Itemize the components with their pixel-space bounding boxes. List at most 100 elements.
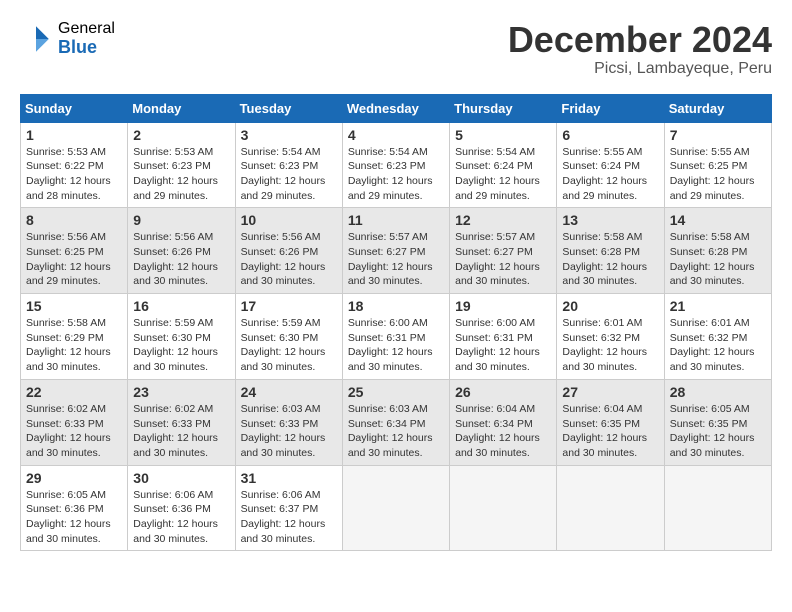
logo: General Blue	[20, 20, 115, 57]
calendar-cell: 23Sunrise: 6:02 AMSunset: 6:33 PMDayligh…	[128, 379, 235, 465]
calendar-cell: 19 Sunrise: 6:00 AMSunset: 6:31 PMDayligh…	[450, 294, 557, 380]
calendar-cell: 27 Sunrise: 6:04 AMSunset: 6:35 PMDayligh…	[557, 379, 664, 465]
day-number: 1	[26, 127, 122, 143]
day-number: 9	[133, 212, 229, 228]
calendar-week-row: 22 Sunrise: 6:02 AMSunset: 6:33 PMDayligh…	[21, 379, 772, 465]
day-info: Sunrise: 6:06 AMSunset: 6:36 PMDaylight:…	[133, 488, 229, 547]
day-number: 19	[455, 298, 551, 314]
day-info: Sunrise: 6:00 AMSunset: 6:31 PMDaylight:…	[348, 316, 444, 375]
day-number: 18	[348, 298, 444, 314]
day-number: 27	[562, 384, 658, 400]
day-number: 13	[562, 212, 658, 228]
day-number: 24	[241, 384, 337, 400]
day-number: 31	[241, 470, 337, 486]
day-info: Sunrise: 5:56 AMSunset: 6:25 PMDaylight:…	[26, 230, 122, 289]
day-info: Sunrise: 5:56 AMSunset: 6:26 PMDaylight:…	[241, 230, 337, 289]
logo-icon	[20, 23, 52, 55]
calendar-cell: 6Sunrise: 5:55 AMSunset: 6:24 PMDaylight…	[557, 122, 664, 208]
calendar-cell: 26 Sunrise: 6:04 AMSunset: 6:34 PMDayligh…	[450, 379, 557, 465]
header-tuesday: Tuesday	[235, 94, 342, 122]
calendar-cell: 4Sunrise: 5:54 AMSunset: 6:23 PMDaylight…	[342, 122, 449, 208]
calendar-cell: 16 Sunrise: 5:59 AMSunset: 6:30 PMDayligh…	[128, 294, 235, 380]
calendar-cell: 22 Sunrise: 6:02 AMSunset: 6:33 PMDayligh…	[21, 379, 128, 465]
day-info: Sunrise: 5:54 AMSunset: 6:23 PMDaylight:…	[348, 145, 444, 204]
logo-text: General Blue	[58, 20, 115, 57]
day-number: 17	[241, 298, 337, 314]
logo-general: General	[58, 20, 115, 38]
day-number: 3	[241, 127, 337, 143]
calendar-week-row: 8Sunrise: 5:56 AMSunset: 6:25 PMDaylight…	[21, 208, 772, 294]
header-saturday: Saturday	[664, 94, 771, 122]
page-header: General Blue December 2024 Picsi, Lambay…	[20, 20, 772, 78]
day-info: Sunrise: 5:59 AMSunset: 6:30 PMDaylight:…	[133, 316, 229, 375]
calendar-cell: 25 Sunrise: 6:03 AMSunset: 6:34 PMDayligh…	[342, 379, 449, 465]
day-number: 26	[455, 384, 551, 400]
calendar-cell: 11 Sunrise: 5:57 AMSunset: 6:27 PMDayligh…	[342, 208, 449, 294]
header-monday: Monday	[128, 94, 235, 122]
day-info: Sunrise: 6:05 AMSunset: 6:36 PMDaylight:…	[26, 488, 122, 547]
day-info: Sunrise: 6:00 AMSunset: 6:31 PMDaylight:…	[455, 316, 551, 375]
calendar-cell	[557, 465, 664, 551]
day-number: 11	[348, 212, 444, 228]
calendar-cell: 30 Sunrise: 6:06 AMSunset: 6:36 PMDayligh…	[128, 465, 235, 551]
calendar-cell	[664, 465, 771, 551]
day-info: Sunrise: 5:59 AMSunset: 6:30 PMDaylight:…	[241, 316, 337, 375]
day-info: Sunrise: 5:53 AMSunset: 6:23 PMDaylight:…	[133, 145, 229, 204]
day-number: 20	[562, 298, 658, 314]
day-info: Sunrise: 6:03 AMSunset: 6:33 PMDaylight:…	[241, 402, 337, 461]
day-info: Sunrise: 5:58 AMSunset: 6:28 PMDaylight:…	[562, 230, 658, 289]
day-info: Sunrise: 5:57 AMSunset: 6:27 PMDaylight:…	[348, 230, 444, 289]
day-number: 7	[670, 127, 766, 143]
calendar-cell: 29Sunrise: 6:05 AMSunset: 6:36 PMDayligh…	[21, 465, 128, 551]
day-number: 14	[670, 212, 766, 228]
calendar-cell	[342, 465, 449, 551]
day-info: Sunrise: 5:57 AMSunset: 6:27 PMDaylight:…	[455, 230, 551, 289]
calendar-cell: 7Sunrise: 5:55 AMSunset: 6:25 PMDaylight…	[664, 122, 771, 208]
month-title: December 2024	[508, 20, 772, 60]
day-number: 30	[133, 470, 229, 486]
day-number: 22	[26, 384, 122, 400]
day-info: Sunrise: 5:58 AMSunset: 6:29 PMDaylight:…	[26, 316, 122, 375]
day-number: 5	[455, 127, 551, 143]
calendar-cell: 10 Sunrise: 5:56 AMSunset: 6:26 PMDayligh…	[235, 208, 342, 294]
day-number: 25	[348, 384, 444, 400]
calendar-week-row: 15Sunrise: 5:58 AMSunset: 6:29 PMDayligh…	[21, 294, 772, 380]
day-info: Sunrise: 6:04 AMSunset: 6:35 PMDaylight:…	[562, 402, 658, 461]
calendar-cell: 24 Sunrise: 6:03 AMSunset: 6:33 PMDayligh…	[235, 379, 342, 465]
calendar-cell: 15Sunrise: 5:58 AMSunset: 6:29 PMDayligh…	[21, 294, 128, 380]
day-number: 10	[241, 212, 337, 228]
calendar-cell: 8Sunrise: 5:56 AMSunset: 6:25 PMDaylight…	[21, 208, 128, 294]
header-friday: Friday	[557, 94, 664, 122]
calendar-header-row: SundayMondayTuesdayWednesdayThursdayFrid…	[21, 94, 772, 122]
logo-blue: Blue	[58, 38, 115, 58]
calendar-cell: 31Sunrise: 6:06 AMSunset: 6:37 PMDayligh…	[235, 465, 342, 551]
day-info: Sunrise: 6:03 AMSunset: 6:34 PMDaylight:…	[348, 402, 444, 461]
calendar-cell: 18 Sunrise: 6:00 AMSunset: 6:31 PMDayligh…	[342, 294, 449, 380]
calendar-cell: 9 Sunrise: 5:56 AMSunset: 6:26 PMDaylight…	[128, 208, 235, 294]
calendar-cell: 17 Sunrise: 5:59 AMSunset: 6:30 PMDayligh…	[235, 294, 342, 380]
day-info: Sunrise: 5:56 AMSunset: 6:26 PMDaylight:…	[133, 230, 229, 289]
calendar-cell: 5 Sunrise: 5:54 AMSunset: 6:24 PMDaylight…	[450, 122, 557, 208]
day-number: 2	[133, 127, 229, 143]
calendar-table: SundayMondayTuesdayWednesdayThursdayFrid…	[20, 94, 772, 552]
day-info: Sunrise: 5:54 AMSunset: 6:24 PMDaylight:…	[455, 145, 551, 204]
day-number: 16	[133, 298, 229, 314]
day-info: Sunrise: 5:58 AMSunset: 6:28 PMDaylight:…	[670, 230, 766, 289]
day-info: Sunrise: 6:01 AMSunset: 6:32 PMDaylight:…	[562, 316, 658, 375]
calendar-week-row: 29Sunrise: 6:05 AMSunset: 6:36 PMDayligh…	[21, 465, 772, 551]
header-thursday: Thursday	[450, 94, 557, 122]
day-info: Sunrise: 5:54 AMSunset: 6:23 PMDaylight:…	[241, 145, 337, 204]
day-info: Sunrise: 5:55 AMSunset: 6:24 PMDaylight:…	[562, 145, 658, 204]
location-subtitle: Picsi, Lambayeque, Peru	[508, 60, 772, 78]
header-wednesday: Wednesday	[342, 94, 449, 122]
calendar-cell	[450, 465, 557, 551]
title-block: December 2024 Picsi, Lambayeque, Peru	[508, 20, 772, 78]
day-info: Sunrise: 6:05 AMSunset: 6:35 PMDaylight:…	[670, 402, 766, 461]
day-info: Sunrise: 6:01 AMSunset: 6:32 PMDaylight:…	[670, 316, 766, 375]
day-number: 23	[133, 384, 229, 400]
day-info: Sunrise: 6:04 AMSunset: 6:34 PMDaylight:…	[455, 402, 551, 461]
calendar-cell: 3 Sunrise: 5:54 AMSunset: 6:23 PMDaylight…	[235, 122, 342, 208]
calendar-cell: 14 Sunrise: 5:58 AMSunset: 6:28 PMDayligh…	[664, 208, 771, 294]
calendar-cell: 1Sunrise: 5:53 AMSunset: 6:22 PMDaylight…	[21, 122, 128, 208]
day-info: Sunrise: 6:02 AMSunset: 6:33 PMDaylight:…	[26, 402, 122, 461]
